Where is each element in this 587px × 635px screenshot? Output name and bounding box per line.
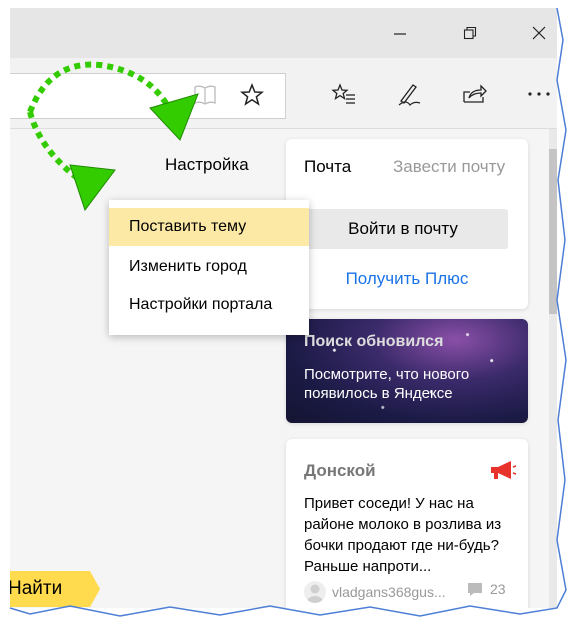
torn-edge-border xyxy=(9,7,567,617)
screenshot-frame: Настройка Почта Завести почту Войти в по… xyxy=(0,0,587,635)
